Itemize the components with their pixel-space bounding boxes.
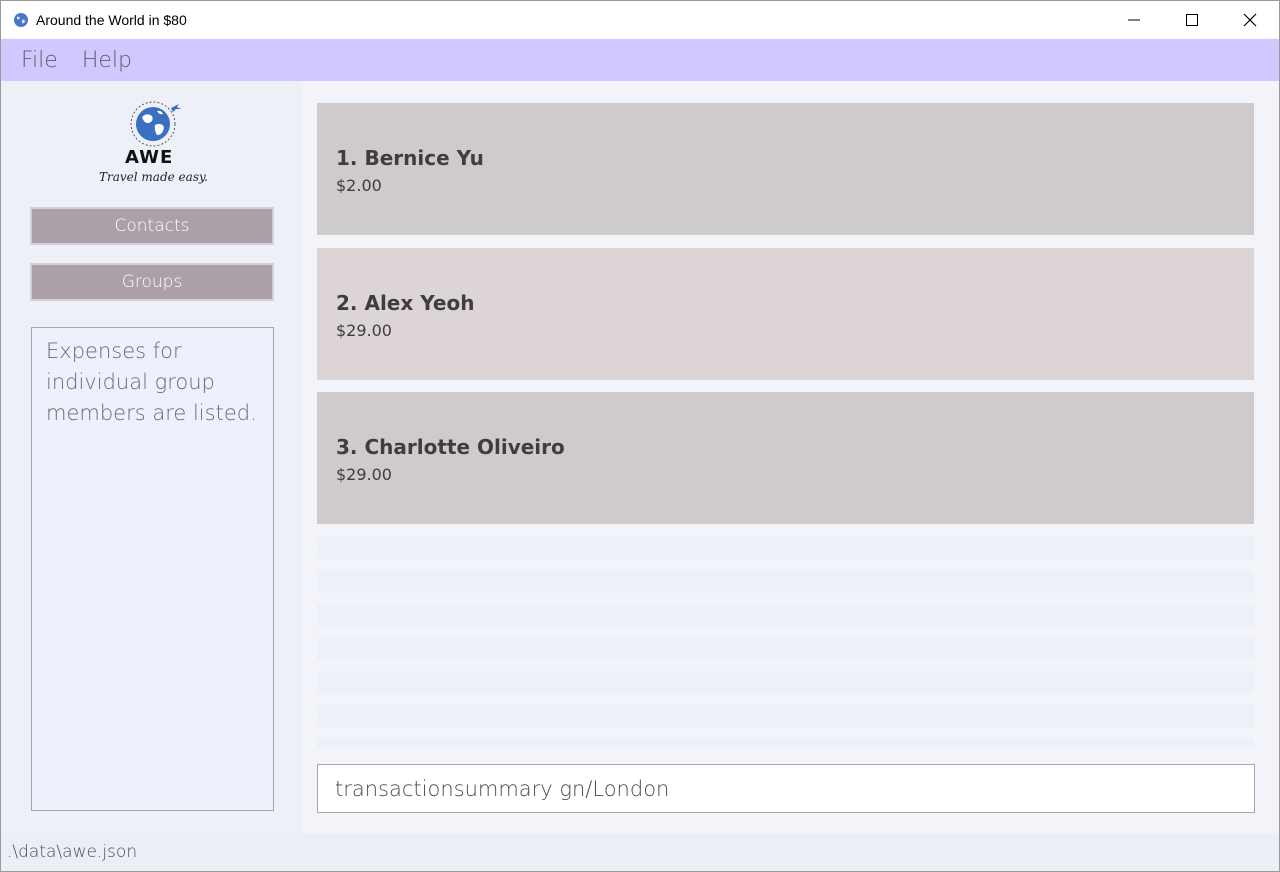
member-name: 3. Charlotte Oliveiro bbox=[336, 435, 565, 459]
command-input[interactable] bbox=[333, 775, 1254, 802]
result-display: Expenses for individual group members ar… bbox=[31, 327, 274, 811]
member-name: 1. Bernice Yu bbox=[336, 146, 484, 170]
close-icon bbox=[1243, 13, 1257, 27]
logo-text: AWE bbox=[125, 147, 174, 168]
close-button[interactable] bbox=[1221, 1, 1279, 39]
groups-button[interactable]: Groups bbox=[30, 263, 274, 301]
sidebar: AWE Travel made easy. Contacts Groups Ex… bbox=[1, 81, 301, 833]
empty-list-row bbox=[317, 705, 1254, 727]
minimize-button[interactable] bbox=[1105, 1, 1163, 39]
list-item[interactable]: 3. Charlotte Oliveiro $29.00 bbox=[317, 392, 1254, 524]
title-bar: Around the World in $80 bbox=[1, 1, 1279, 39]
globe-icon bbox=[14, 13, 28, 27]
command-box bbox=[317, 764, 1255, 813]
empty-list-row bbox=[317, 537, 1254, 559]
status-bar: .\data\awe.json bbox=[1, 833, 1279, 871]
empty-list-row bbox=[317, 604, 1254, 626]
window-controls bbox=[1105, 1, 1279, 39]
maximize-icon bbox=[1186, 14, 1198, 26]
contacts-button[interactable]: Contacts bbox=[30, 207, 274, 245]
app-window: Around the World in $80 File Help AWE Tr… bbox=[0, 0, 1280, 872]
logo-tagline: Travel made easy. bbox=[99, 170, 208, 184]
list-item[interactable]: 1. Bernice Yu $2.00 bbox=[317, 103, 1254, 235]
empty-list-row bbox=[317, 671, 1254, 693]
menu-help[interactable]: Help bbox=[82, 48, 132, 73]
globe-plane-icon bbox=[130, 101, 181, 147]
empty-list-row bbox=[317, 738, 1254, 748]
list-item[interactable]: 2. Alex Yeoh $29.00 bbox=[317, 248, 1254, 380]
member-amount: $29.00 bbox=[336, 465, 392, 484]
app-logo: AWE Travel made easy. bbox=[97, 97, 208, 189]
menu-file[interactable]: File bbox=[21, 48, 58, 73]
window-title: Around the World in $80 bbox=[36, 12, 187, 28]
minimize-icon bbox=[1128, 19, 1140, 21]
member-amount: $29.00 bbox=[336, 321, 392, 340]
member-amount: $2.00 bbox=[336, 176, 382, 195]
data-file-path: .\data\awe.json bbox=[7, 842, 138, 862]
maximize-button[interactable] bbox=[1163, 1, 1221, 39]
result-message: Expenses for individual group members ar… bbox=[46, 339, 257, 425]
empty-list-row bbox=[317, 571, 1254, 593]
member-name: 2. Alex Yeoh bbox=[336, 291, 475, 315]
member-list-panel: 1. Bernice Yu $2.00 2. Alex Yeoh $29.00 … bbox=[303, 81, 1279, 833]
menu-bar: File Help bbox=[1, 39, 1279, 81]
empty-list-row bbox=[317, 638, 1254, 660]
